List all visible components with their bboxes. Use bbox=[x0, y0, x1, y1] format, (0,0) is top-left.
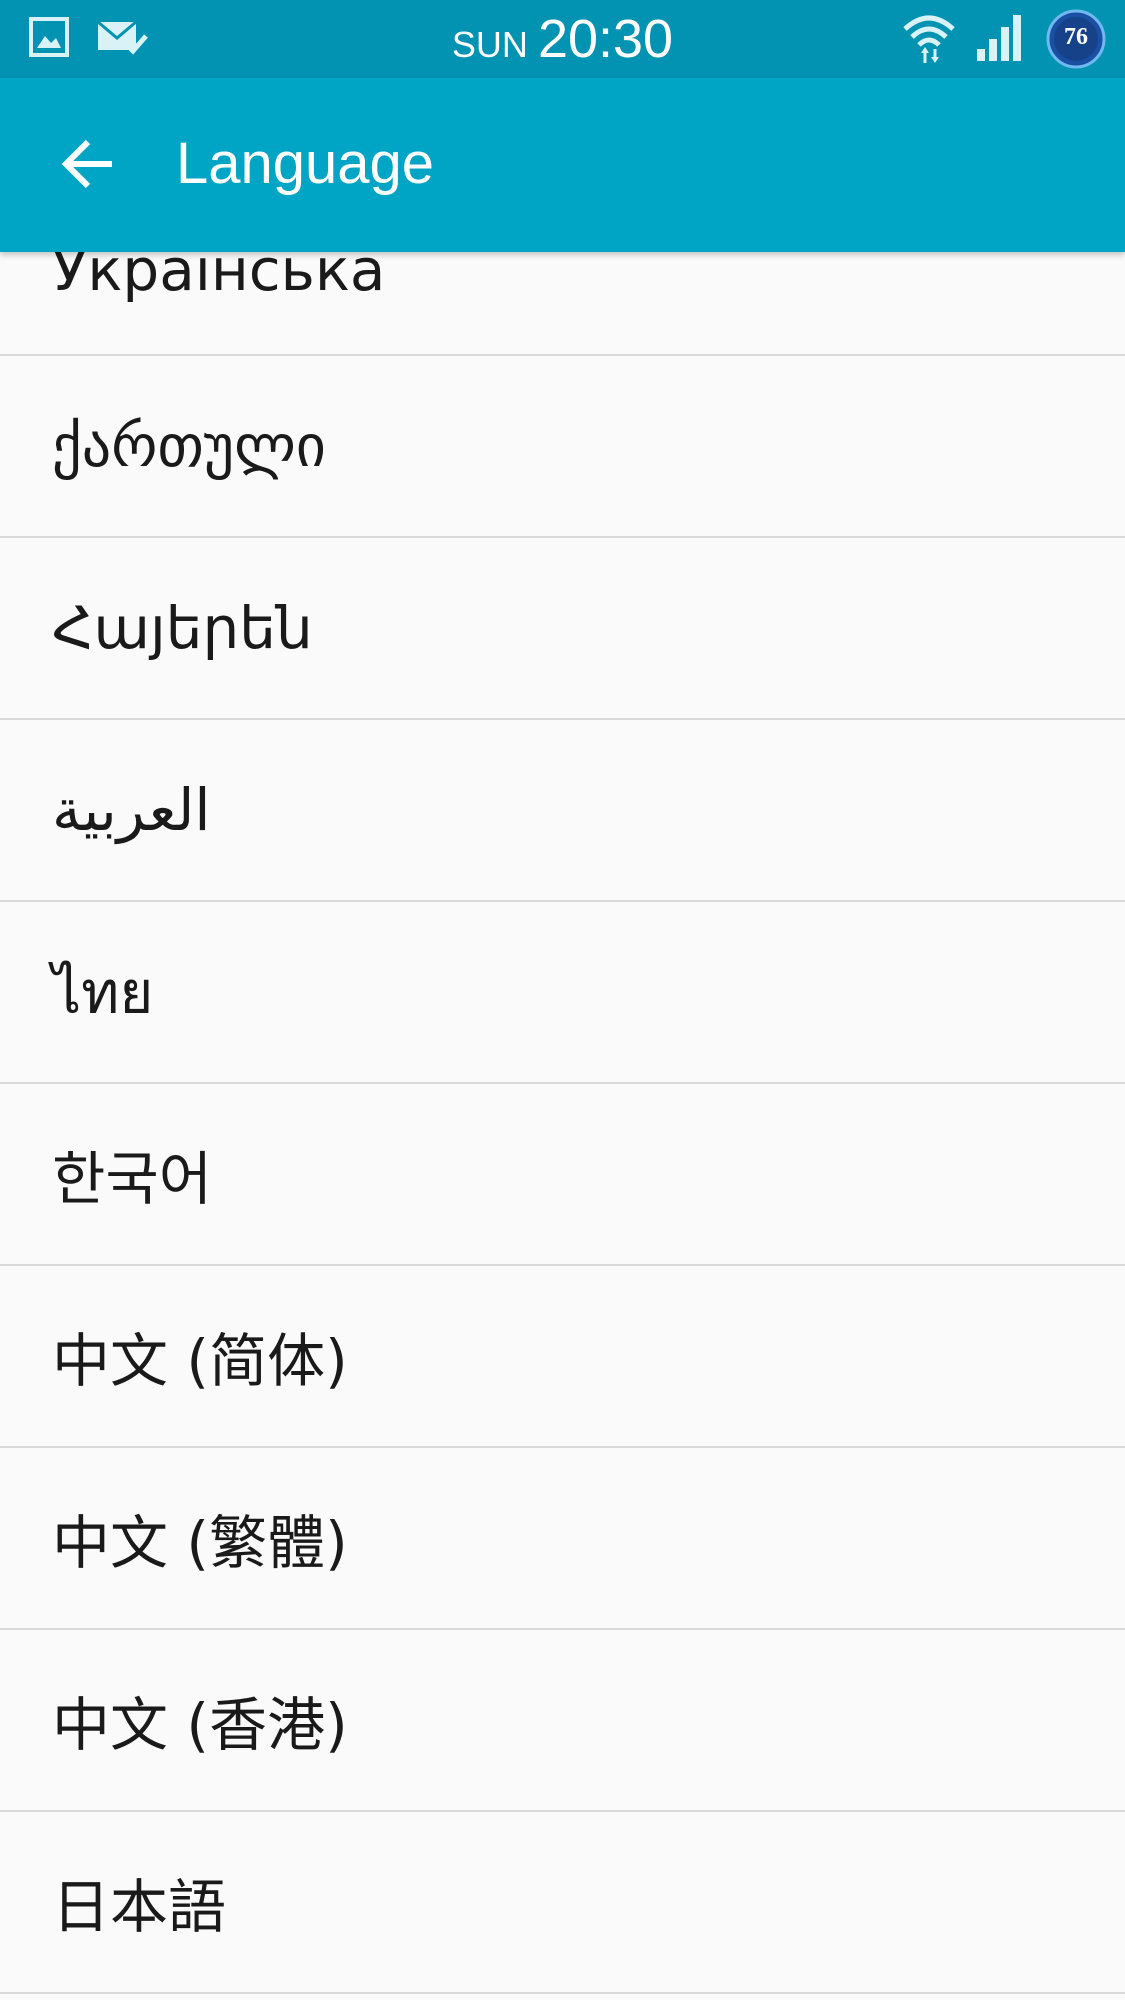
language-item-japanese[interactable]: 日本語 bbox=[0, 1812, 1125, 1994]
app-bar: Language bbox=[0, 78, 1125, 252]
language-item-armenian[interactable]: Հայերեն bbox=[0, 538, 1125, 720]
language-item-georgian[interactable]: ქართული bbox=[0, 356, 1125, 538]
cell-signal-icon bbox=[975, 11, 1027, 67]
back-arrow-icon bbox=[60, 136, 116, 196]
language-item-thai[interactable]: ไทย bbox=[0, 902, 1125, 1084]
language-label: ไทย bbox=[52, 958, 154, 1027]
battery-icon: 76 bbox=[1045, 8, 1107, 70]
language-label: 한국어 bbox=[52, 1145, 213, 1213]
language-label: Հայերեն bbox=[52, 594, 313, 662]
language-item-arabic[interactable]: العربية bbox=[0, 720, 1125, 902]
language-label: 中文 (繁體) bbox=[52, 1509, 348, 1577]
status-time: 20:30 bbox=[537, 9, 674, 69]
language-item-chinese-simplified[interactable]: 中文 (简体) bbox=[0, 1266, 1125, 1448]
language-item-korean[interactable]: 한국어 bbox=[0, 1084, 1125, 1266]
status-indicators: 76 bbox=[901, 8, 1107, 70]
page-title: Language bbox=[176, 131, 435, 196]
wifi-icon bbox=[901, 9, 957, 69]
back-button[interactable] bbox=[52, 130, 124, 202]
language-item-chinese-hongkong[interactable]: 中文 (香港) bbox=[0, 1630, 1125, 1812]
language-label: ქართული bbox=[52, 412, 326, 480]
language-label: 日本語 bbox=[52, 1873, 227, 1941]
language-label: 中文 (简体) bbox=[52, 1327, 348, 1395]
language-item-chinese-traditional[interactable]: 中文 (繁體) bbox=[0, 1448, 1125, 1630]
language-label: 中文 (香港) bbox=[52, 1691, 348, 1759]
status-day: SUN bbox=[451, 24, 528, 65]
language-list: Українська ქართული Հայերեն العربية ไทย 한… bbox=[0, 170, 1125, 1994]
status-bar: SUN 20:30 76 bbox=[0, 0, 1125, 78]
battery-level: 76 bbox=[1064, 24, 1088, 50]
language-label: العربية bbox=[52, 776, 211, 844]
